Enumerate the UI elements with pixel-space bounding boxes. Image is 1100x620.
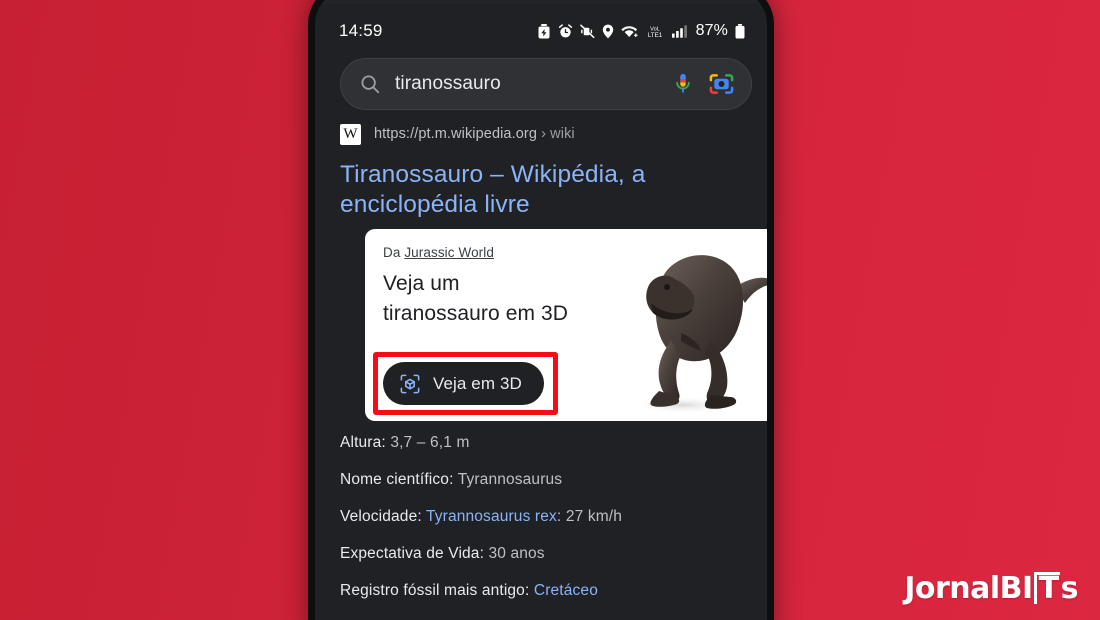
watermark-part-1: Jornal (904, 571, 1000, 606)
result-title-link[interactable]: Tiranossauro – Wikipédia, a enciclopédia… (340, 160, 752, 220)
signal-bars-icon (671, 25, 687, 38)
fact-value: Tyrannosaurus (453, 471, 563, 488)
phone-device-frame: 14:59 VoL LTE1 87% tiranossauro W https:… (308, 0, 774, 620)
watermark-part-4: s (1060, 571, 1079, 606)
watermark-part-3: T (1033, 572, 1060, 604)
view-in-3d-button[interactable]: Veja em 3D (383, 362, 544, 405)
fact-link[interactable]: Cretáceo (529, 582, 598, 599)
card-source-prefix: Da (383, 245, 405, 260)
view-in-3d-card: Da Jurassic World Veja um tiranossauro e… (365, 229, 767, 421)
search-bar[interactable]: tiranossauro (340, 58, 752, 110)
fact-key: Expectativa de Vida: (340, 545, 485, 562)
search-icon (361, 75, 380, 94)
google-lens-icon[interactable] (708, 72, 735, 96)
fact-row: Expectativa de Vida: 30 anos (340, 544, 760, 563)
fact-link[interactable]: Tyrannosaurus rex (422, 508, 557, 525)
fact-value: 30 anos (484, 545, 545, 562)
google-mic-icon[interactable] (672, 72, 694, 96)
wifi-icon (620, 26, 638, 37)
alarm-icon (558, 23, 572, 37)
view-in-3d-label: Veja em 3D (433, 373, 522, 393)
location-icon (602, 24, 613, 38)
status-icon-tray: VoL LTE1 87% (537, 22, 745, 40)
jornalbits-watermark: Jornal BI Ts (904, 571, 1079, 606)
status-bar: 14:59 VoL LTE1 87% (315, 16, 767, 46)
fact-key: Velocidade: (340, 508, 422, 525)
fact-row: Nome científico: Tyrannosaurus (340, 470, 760, 489)
volte-lte-icon: VoL LTE1 (648, 26, 663, 39)
fact-value: 3,7 – 6,1 m (385, 434, 470, 451)
status-clock: 14:59 (339, 21, 383, 40)
fact-row: Altura: 3,7 – 6,1 m (340, 433, 760, 452)
result-url-breadcrumb: › wiki (541, 126, 575, 142)
svg-text:LTE1: LTE1 (648, 32, 663, 39)
result-url: https://pt.m.wikipedia.org › wiki (374, 126, 575, 142)
search-result: W https://pt.m.wikipedia.org › wiki Tira… (340, 122, 767, 421)
quick-settings-strip (315, 0, 767, 4)
mute-vibrate-icon (579, 24, 595, 38)
fact-key: Nome científico: (340, 471, 454, 488)
screenshot-canvas: 14:59 VoL LTE1 87% tiranossauro W https:… (0, 0, 1100, 620)
dinosaur-image (607, 229, 767, 421)
card-headline: Veja um tiranossauro em 3D (383, 272, 569, 325)
battery-icon (735, 23, 745, 38)
watermark-part-2: BI (999, 571, 1034, 606)
search-input[interactable]: tiranossauro (395, 73, 658, 95)
knowledge-facts-list: Altura: 3,7 – 6,1 m Nome científico: Tyr… (340, 433, 760, 620)
card-source-brand[interactable]: Jurassic World (404, 245, 494, 260)
battery-percent-label: 87% (695, 22, 728, 39)
fact-key: Registro fóssil mais antigo: (340, 582, 530, 599)
result-url-domain: https://pt.m.wikipedia.org (374, 126, 537, 142)
fact-key: Altura: (340, 434, 386, 451)
fact-row: Registro fóssil mais antigo: Cretáceo (340, 581, 760, 600)
phone-screen: 14:59 VoL LTE1 87% tiranossauro W https:… (315, 0, 767, 620)
fact-row: Velocidade: Tyrannosaurus rex: 27 km/h (340, 507, 760, 526)
fact-value: : 27 km/h (556, 508, 623, 525)
ar-cube-icon (400, 374, 420, 393)
battery-saver-icon (538, 23, 550, 38)
wikipedia-favicon-icon: W (340, 123, 361, 145)
result-url-row[interactable]: W https://pt.m.wikipedia.org › wiki (340, 122, 752, 146)
card-content: Da Jurassic World Veja um tiranossauro e… (365, 229, 767, 421)
